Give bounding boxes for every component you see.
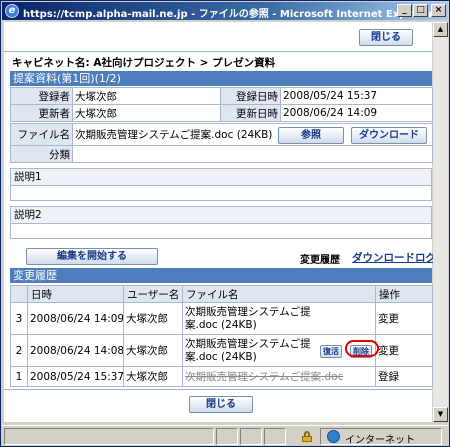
restore-button[interactable]: 復活 bbox=[320, 345, 342, 358]
history-section-title: 変更履歴 bbox=[10, 268, 432, 283]
scroll-down-icon[interactable]: ▼ bbox=[433, 407, 448, 422]
history-user: 大塚次郎 bbox=[123, 366, 183, 387]
security-zone: インターネット bbox=[320, 428, 442, 446]
registrant-value: 大塚次郎 bbox=[72, 87, 221, 105]
updater-label: 更新者 bbox=[10, 104, 73, 122]
description2-body bbox=[11, 224, 431, 238]
history-row: 1 2008/05/24 15:37 大塚次郎 次期販売管理システムご提案.do… bbox=[10, 366, 433, 387]
category-label: 分類 bbox=[10, 145, 73, 163]
browse-button[interactable]: 参照 bbox=[278, 127, 344, 144]
divider bbox=[4, 51, 432, 52]
history-table: 日時 ユーザー名 ファイル名 操作 3 2008/06/24 14:09 大塚次… bbox=[10, 285, 433, 387]
status-cell bbox=[216, 428, 238, 445]
registered-at-value: 2008/05/24 15:37 bbox=[280, 87, 433, 105]
category-value bbox=[72, 145, 433, 163]
history-no: 3 bbox=[10, 302, 28, 335]
status-bar: インターネット bbox=[2, 425, 448, 446]
breadcrumb: キャビネット名: A社向けプロジェクト > プレゼン資料 bbox=[12, 57, 276, 69]
browser-window: e https://tcmp.alpha-mail.ne.jp - ファイルの参… bbox=[0, 0, 450, 447]
divider bbox=[4, 389, 432, 390]
history-file: 次期販売管理システムご提 案.doc (24KB) bbox=[182, 302, 376, 335]
page-content: 閉じる キャビネット名: A社向けプロジェクト > プレゼン資料 提案資料(第1… bbox=[4, 22, 436, 422]
minimize-button[interactable]: _ bbox=[397, 4, 412, 17]
bottom-close-button[interactable]: 閉じる bbox=[189, 396, 253, 413]
download-log-link[interactable]: ダウンロードログ bbox=[352, 250, 436, 265]
vertical-scrollbar[interactable]: ▲ ▼ bbox=[433, 22, 448, 422]
registered-at-label: 登録日時 bbox=[220, 87, 281, 105]
maximize-button[interactable]: □ bbox=[413, 4, 428, 17]
history-file-line1: 次期販売管理システムご提 bbox=[185, 305, 311, 318]
updater-value: 大塚次郎 bbox=[72, 104, 221, 122]
history-header-file: ファイル名 bbox=[182, 285, 376, 303]
history-op: 変更 bbox=[375, 334, 433, 367]
close-window-button[interactable]: × bbox=[431, 4, 446, 17]
description2-label: 説明2 bbox=[11, 207, 431, 224]
history-header-user: ユーザー名 bbox=[123, 285, 183, 303]
status-cell bbox=[240, 428, 262, 445]
history-date: 2008/06/24 14:09 bbox=[27, 302, 124, 335]
history-header-no bbox=[10, 285, 28, 303]
download-button[interactable]: ダウンロード bbox=[351, 127, 427, 144]
history-file-line2: 案.doc (24KB) bbox=[185, 350, 257, 363]
history-date: 2008/06/24 14:08 bbox=[27, 334, 124, 367]
filename-label: ファイル名 bbox=[10, 123, 73, 146]
scroll-up-icon[interactable]: ▲ bbox=[433, 22, 448, 37]
history-row: 3 2008/06/24 14:09 大塚次郎 次期販売管理システムご提 案.d… bbox=[10, 302, 433, 335]
highlight-ring bbox=[345, 340, 379, 357]
updated-at-label: 更新日時 bbox=[220, 104, 281, 122]
history-user: 大塚次郎 bbox=[123, 302, 183, 335]
status-cell bbox=[264, 428, 286, 445]
edit-start-button[interactable]: 編集を開始する bbox=[26, 248, 158, 265]
description2-box: 説明2 bbox=[10, 206, 432, 239]
history-text: 変更履歴 bbox=[300, 255, 340, 266]
history-file-deleted: 次期販売管理システムご提案.doc bbox=[182, 366, 376, 387]
updated-at-value: 2008/06/24 14:09 bbox=[280, 104, 433, 122]
globe-icon bbox=[327, 430, 340, 443]
file-section-title: 提案資料(第1回)(1/2) bbox=[10, 71, 432, 86]
history-no: 1 bbox=[10, 366, 28, 387]
history-no: 2 bbox=[10, 334, 28, 367]
history-date: 2008/05/24 15:37 bbox=[27, 366, 124, 387]
history-op: 登録 bbox=[375, 366, 433, 387]
internet-explorer-icon: e bbox=[5, 4, 19, 18]
file-info-table: 登録者 大塚次郎 登録日時 2008/05/24 15:37 更新者 大塚次郎 … bbox=[10, 87, 433, 122]
history-header-op: 操作 bbox=[375, 285, 433, 303]
title-bar: e https://tcmp.alpha-mail.ne.jp - ファイルの参… bbox=[2, 2, 448, 20]
top-close-button[interactable]: 閉じる bbox=[359, 29, 413, 46]
description1-label: 説明1 bbox=[11, 169, 431, 186]
zone-label: インターネット bbox=[345, 435, 415, 446]
history-user: 大塚次郎 bbox=[123, 334, 183, 367]
status-text-area bbox=[4, 428, 214, 445]
history-file-line2: 案.doc (24KB) bbox=[185, 318, 257, 331]
lock-icon bbox=[302, 431, 312, 442]
history-header-row: 日時 ユーザー名 ファイル名 操作 bbox=[10, 285, 433, 303]
description1-box: 説明1 bbox=[10, 168, 432, 201]
description1-body bbox=[11, 186, 431, 200]
history-op: 変更 bbox=[375, 302, 433, 335]
history-header-date: 日時 bbox=[27, 285, 124, 303]
window-title: https://tcmp.alpha-mail.ne.jp - ファイルの参照 … bbox=[23, 9, 434, 20]
filename-value: 次期販売管理システムご提案.doc (24KB) bbox=[75, 129, 273, 141]
registrant-label: 登録者 bbox=[10, 87, 73, 105]
history-file-line1: 次期販売管理システムご提 bbox=[185, 337, 311, 350]
